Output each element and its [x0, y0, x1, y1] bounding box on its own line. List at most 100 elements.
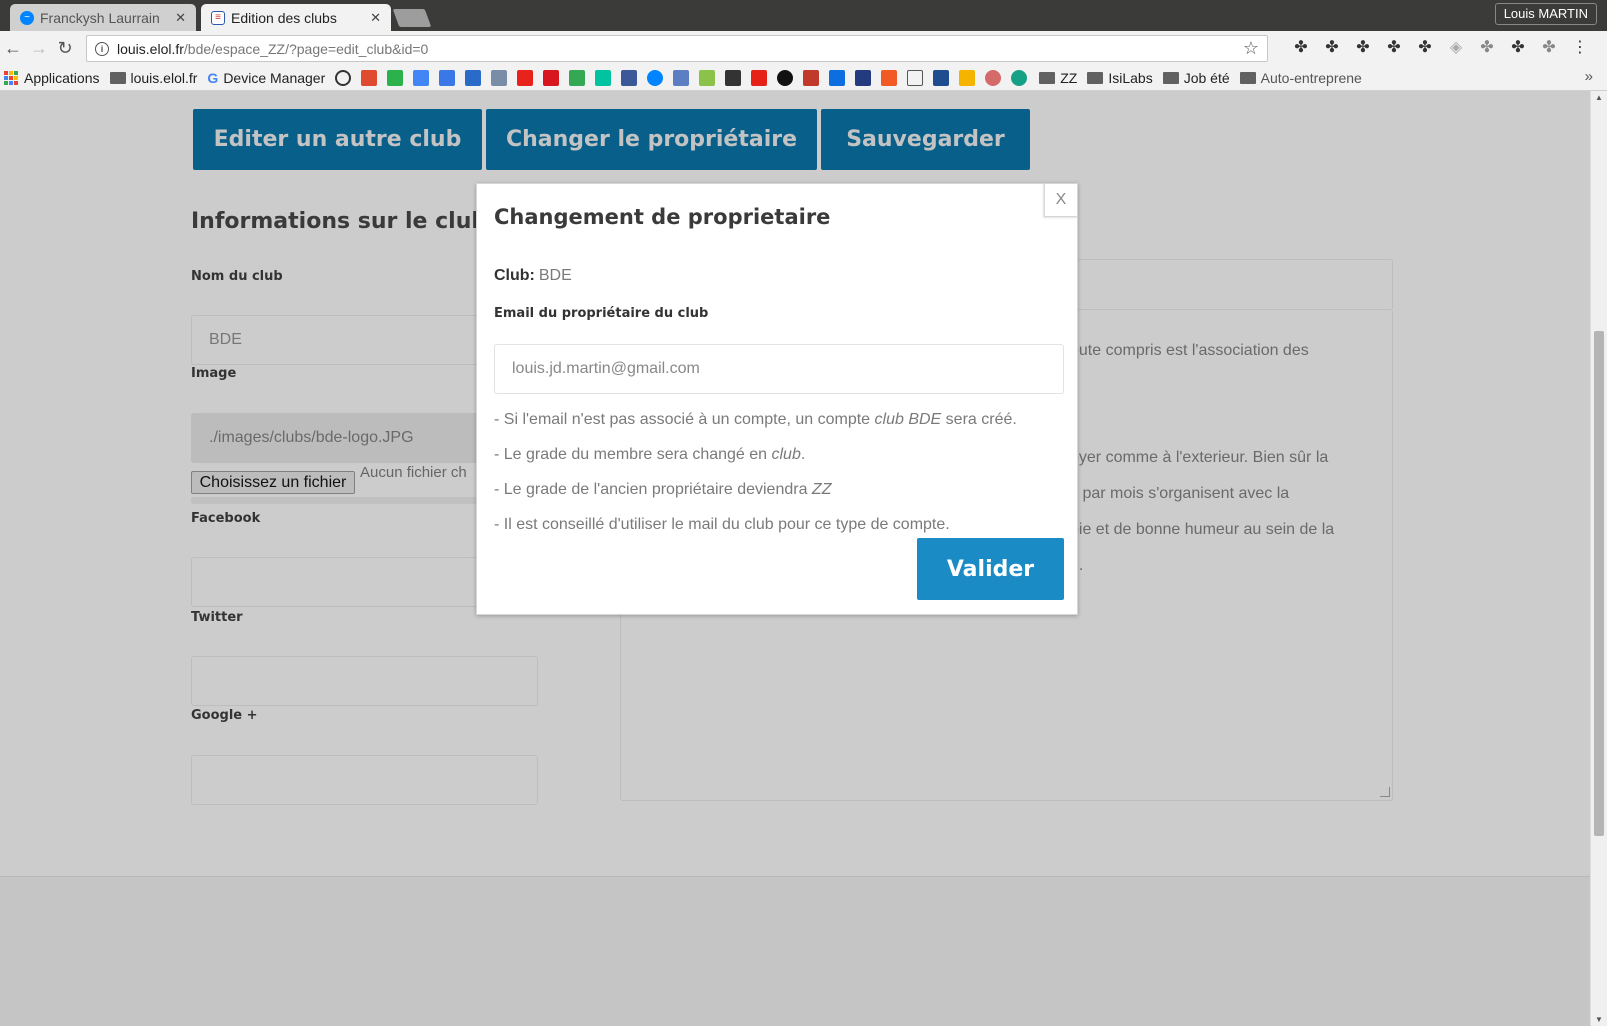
address-bar[interactable]: i louis.elol.fr/bde/espace_ZZ/?page=edit…: [86, 35, 1268, 62]
bookmark-icon[interactable]: [491, 69, 508, 86]
bookmark-icon[interactable]: [673, 69, 690, 86]
translate-icon[interactable]: [413, 69, 430, 86]
twitter-input[interactable]: [191, 656, 538, 706]
extensions-area: ✤ ✤ ✤ ✤ ✤ ◈ ✤ ✤ ✤ ⋮: [1292, 39, 1589, 57]
puzzle-icon[interactable]: ✤: [1478, 39, 1496, 57]
bookmark-icon[interactable]: [985, 69, 1002, 86]
bookmark-apps[interactable]: Applications: [4, 70, 100, 86]
tab-edition-clubs[interactable]: ≡ Edition des clubs ✕: [201, 4, 391, 31]
github-icon[interactable]: [777, 69, 794, 86]
new-tab-button[interactable]: [392, 9, 432, 27]
bookmarks-bar: Applications louis.elol.fr G Device Mana…: [0, 65, 1607, 91]
image-label: Image: [191, 366, 237, 381]
bookmark-folder-site[interactable]: louis.elol.fr: [109, 69, 198, 86]
site-favicon-icon: ≡: [211, 10, 225, 25]
oneplus-icon[interactable]: [517, 69, 534, 86]
bookmark-label: Job été: [1183, 69, 1230, 86]
tab-title: Franckysh Laurrain: [40, 9, 160, 26]
change-owner-modal: X Changement de proprietaire Club: BDE Em…: [476, 183, 1078, 615]
url-path: /bde/espace_ZZ/?page=edit_club&id=0: [183, 40, 429, 57]
tab-messenger[interactable]: ~ Franckysh Laurrain ✕: [10, 4, 196, 31]
back-icon[interactable]: ←: [2, 37, 24, 59]
edit-other-club-button[interactable]: Editer un autre club: [193, 109, 482, 170]
menu-icon[interactable]: ⋮: [1571, 39, 1589, 57]
puzzle-icon[interactable]: ✤: [1385, 39, 1403, 57]
forward-icon[interactable]: →: [28, 37, 50, 59]
bookmark-device-manager[interactable]: G Device Manager: [207, 70, 325, 86]
bookmark-icon[interactable]: [803, 69, 820, 86]
close-tab-icon[interactable]: ✕: [370, 10, 381, 26]
folder-icon: [1162, 71, 1179, 84]
youtube-icon[interactable]: [751, 69, 768, 86]
scroll-down-icon[interactable]: ▼: [1595, 1015, 1603, 1024]
browser-toolbar: ← → ↻ i louis.elol.fr/bde/espace_ZZ/?pag…: [0, 31, 1607, 65]
puzzle-icon[interactable]: ✤: [1509, 39, 1527, 57]
close-modal-button[interactable]: X: [1044, 183, 1078, 217]
calendar-icon[interactable]: [439, 69, 456, 86]
mail-icon[interactable]: [465, 69, 482, 86]
club-value: BDE: [538, 267, 572, 284]
reload-icon[interactable]: ↻: [54, 37, 76, 59]
textarea-resize-handle[interactable]: [1380, 787, 1390, 797]
more-bookmarks-icon[interactable]: »: [1585, 68, 1593, 85]
document-icon[interactable]: [907, 69, 924, 86]
scroll-up-icon[interactable]: ▲: [1595, 93, 1603, 102]
bookmark-label: Device Manager: [223, 69, 326, 86]
description-text: oyer comme à l'exterieur. Bien sûr la: [1070, 449, 1329, 466]
modal-title: Changement de proprietaire: [494, 205, 831, 229]
play-store-icon[interactable]: [595, 69, 612, 86]
folder-icon: [1087, 71, 1104, 84]
maps-icon[interactable]: [569, 69, 586, 86]
photos-icon[interactable]: [959, 69, 976, 86]
browser-tab-bar: ~ Franckysh Laurrain ✕ ≡ Edition des clu…: [0, 0, 1607, 31]
paint-bucket-icon[interactable]: ◈: [1447, 39, 1465, 57]
bookmark-folder-auto[interactable]: Auto-entreprene: [1239, 70, 1362, 86]
bookmark-icon[interactable]: [387, 69, 404, 86]
facebook-label: Facebook: [191, 511, 261, 526]
url-host: louis.elol.fr: [117, 40, 184, 57]
validate-button[interactable]: Valider: [917, 538, 1064, 600]
profile-button[interactable]: Louis MARTIN: [1494, 3, 1597, 25]
dropbox-icon[interactable]: [829, 69, 846, 86]
clock-icon[interactable]: [335, 69, 352, 86]
plus-icon[interactable]: [881, 69, 898, 86]
puzzle-icon[interactable]: ✤: [1416, 39, 1434, 57]
bookmark-icon[interactable]: [725, 69, 742, 86]
scrollbar-thumb[interactable]: [1594, 331, 1604, 836]
bookmark-icon[interactable]: [1011, 69, 1028, 86]
puzzle-icon[interactable]: ✤: [1292, 39, 1310, 57]
choose-file-button[interactable]: Choisissez un fichier: [191, 471, 355, 494]
note-text: .: [800, 446, 806, 463]
bookmark-label: louis.elol.fr: [130, 69, 198, 86]
image-path-input[interactable]: ./images/clubs/bde-logo.JPG: [191, 413, 481, 463]
bookmark-folder-job[interactable]: Job été: [1162, 69, 1230, 86]
google-plus-input[interactable]: [191, 755, 538, 805]
change-owner-button[interactable]: Changer le propriétaire: [486, 109, 817, 170]
description-text: pie et de bonne humeur au sein de la: [1070, 521, 1335, 538]
facebook-icon[interactable]: [621, 69, 638, 86]
puzzle-icon[interactable]: ✤: [1540, 39, 1558, 57]
sfr-icon[interactable]: [543, 69, 560, 86]
owner-email-input[interactable]: louis.jd.martin@gmail.com: [494, 344, 1064, 394]
bookmark-label: IsiLabs: [1108, 69, 1153, 86]
puzzle-icon[interactable]: ✤: [1323, 39, 1341, 57]
android-icon[interactable]: [699, 69, 716, 86]
close-tab-icon[interactable]: ✕: [175, 10, 186, 26]
messenger-icon[interactable]: [647, 69, 664, 86]
folder-icon: [109, 71, 126, 84]
page-scrollbar[interactable]: ▲ ▼: [1590, 91, 1607, 1026]
messenger-icon: ~: [20, 10, 34, 25]
owner-email-label: Email du propriétaire du club: [494, 306, 709, 321]
bookmark-folder-zz[interactable]: ZZ: [1039, 70, 1077, 86]
bookmark-star-icon[interactable]: ☆: [1243, 38, 1259, 59]
info-icon[interactable]: i: [95, 41, 109, 56]
puzzle-icon[interactable]: ✤: [1354, 39, 1372, 57]
bookmark-icon[interactable]: [361, 69, 378, 86]
paypal-icon[interactable]: [855, 69, 872, 86]
save-button[interactable]: Sauvegarder: [821, 109, 1030, 170]
folder-icon: [1239, 71, 1256, 84]
page-footer: [0, 876, 1590, 1026]
bookmark-icon[interactable]: [933, 69, 950, 86]
bookmark-folder-isilabs[interactable]: IsiLabs: [1087, 69, 1153, 86]
folder-icon: [1039, 71, 1056, 84]
